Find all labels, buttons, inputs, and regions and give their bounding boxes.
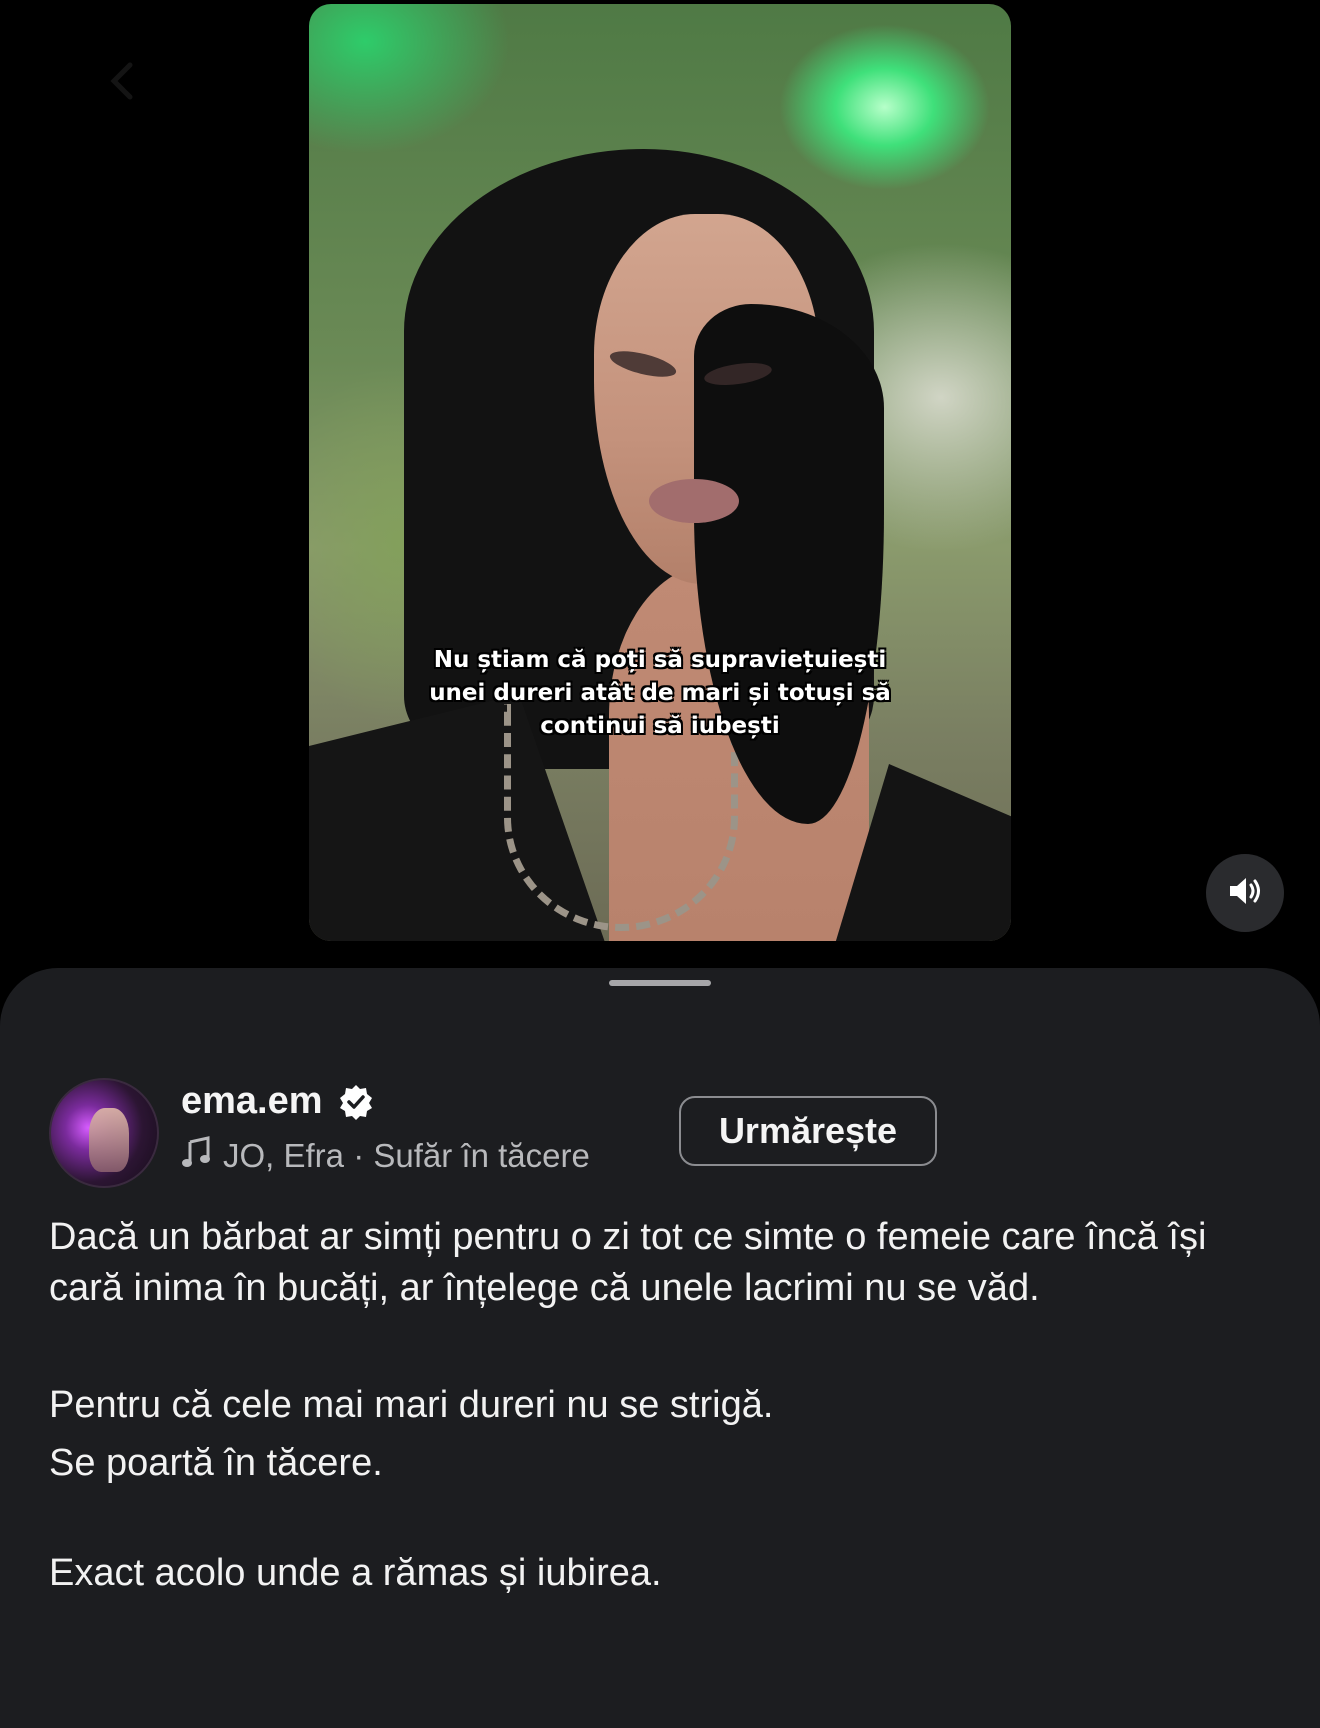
caption-paragraph: Pentru că cele mai mari dureri nu se str…: [49, 1384, 774, 1426]
avatar-figure: [89, 1108, 129, 1172]
chevron-left-icon[interactable]: [98, 58, 144, 104]
caption-line: unei dureri atât de mari și totuși să: [429, 680, 891, 706]
follow-button[interactable]: Urmărește: [679, 1096, 937, 1166]
music-note-icon: [181, 1136, 211, 1176]
avatar[interactable]: [49, 1078, 159, 1188]
video-subject-lips: [649, 479, 739, 523]
username[interactable]: ema.em: [181, 1080, 323, 1123]
verified-badge-icon: [337, 1083, 375, 1121]
post-details-sheet: ema.em JO, Efra · Sufăr în tăcere Urmăre…: [0, 968, 1320, 1728]
username-row[interactable]: ema.em: [181, 1080, 375, 1123]
speaker-volume-icon: [1227, 875, 1263, 912]
caption-paragraph: Dacă un bărbat ar simți pentru o zi tot …: [49, 1216, 1207, 1309]
audio-track-label[interactable]: JO, Efra · Sufăr în tăcere: [223, 1137, 590, 1175]
caption-paragraph: Exact acolo unde a rămas și iubirea.: [49, 1552, 662, 1594]
audio-attribution[interactable]: JO, Efra · Sufăr în tăcere: [181, 1136, 590, 1176]
post-caption: Dacă un bărbat ar simți pentru o zi tot …: [49, 1212, 1279, 1599]
caption-paragraph: Se poartă în tăcere.: [49, 1442, 383, 1484]
video-caption: Nu știam că poți să supraviețuiești unei…: [349, 644, 971, 743]
reel-video[interactable]: Nu știam că poți să supraviețuiești unei…: [309, 4, 1011, 941]
sound-toggle-button[interactable]: [1206, 854, 1284, 932]
caption-line: Nu știam că poți să supraviețuiești: [433, 647, 887, 673]
caption-line: continui să iubești: [540, 713, 780, 739]
sheet-drag-handle[interactable]: [609, 980, 711, 986]
